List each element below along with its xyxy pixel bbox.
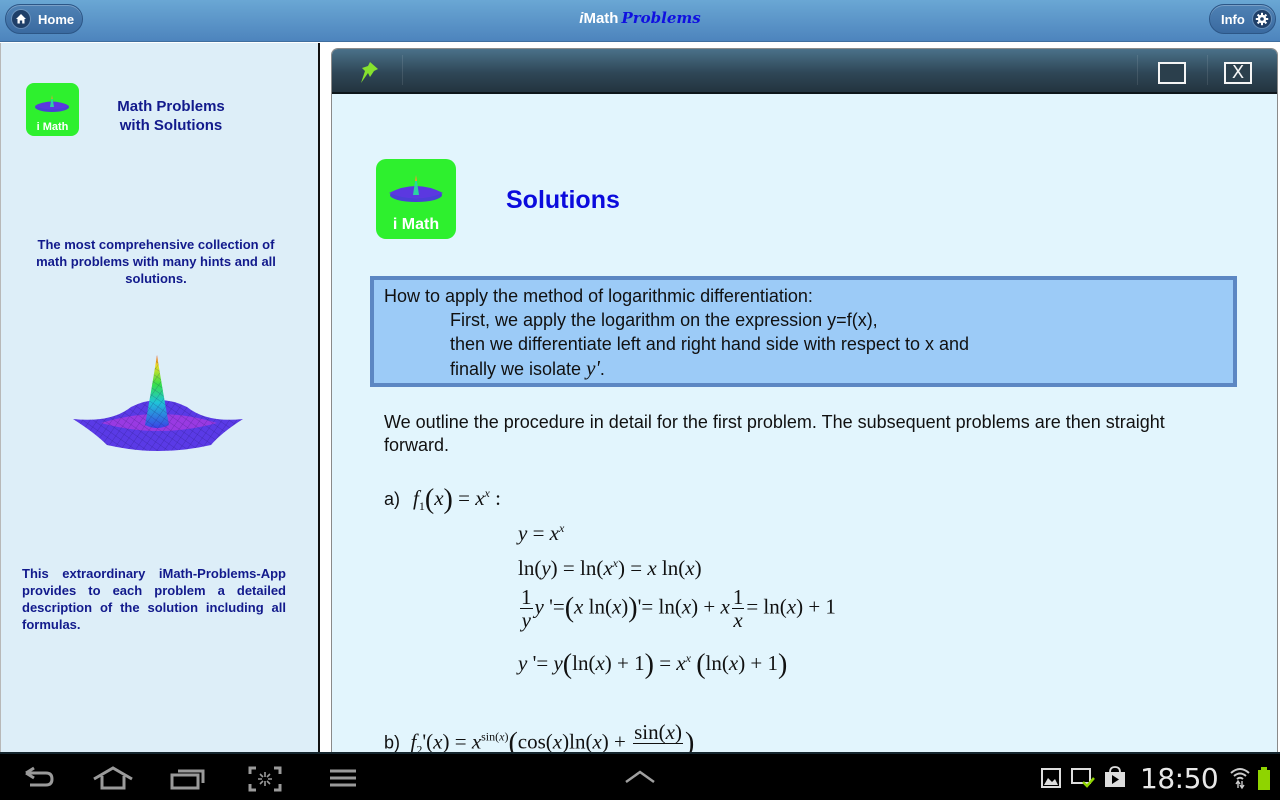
clock: 18:50 [1140,762,1219,795]
imath-logo: i Math [26,83,79,136]
method-line-4-var: y' [586,356,600,380]
app-title: iMath Problems [0,9,1280,27]
surface-plot-icon [35,95,69,112]
method-line-2: First, we apply the logarithm on the exp… [450,310,878,330]
heading-line-1: Math Problems [117,98,225,115]
gear-icon [1252,10,1271,28]
method-line-3: then we differentiate left and right han… [450,334,969,354]
method-line-1: How to apply the method of logarithmic d… [384,286,813,306]
menu-icon[interactable] [329,766,357,795]
play-store-icon [1104,766,1126,793]
back-icon[interactable] [22,766,56,795]
sidebar-footer-text: This extraordinary iMath-Problems-App pr… [22,566,286,632]
surface-plot-image [73,355,243,451]
imath-logo: i Math [376,159,456,239]
recent-apps-icon[interactable] [170,766,206,795]
maximize-button[interactable] [1158,62,1186,84]
sidebar: i Math Math Problems with Solutions The … [0,43,320,752]
sidebar-heading: Math Problems with Solutions [96,97,246,135]
page-title: Solutions [506,186,620,214]
problem-a-statement: f1(x) = xx : [413,484,501,515]
battery-icon [1257,767,1271,796]
panel-content[interactable]: i Math Solutions How to apply the method… [332,96,1277,752]
problem-a-label: a) [384,489,401,509]
toolbar-divider [1137,55,1138,85]
solution-panel: X i Math Solutions How to apply the meth… [331,48,1278,752]
close-icon: X [1231,62,1245,83]
problem-b-label: b) [384,732,401,752]
intro-text: We outline the procedure in detail for t… [384,412,1165,455]
method-box: How to apply the method of logarithmic d… [370,276,1237,387]
close-button[interactable]: X [1224,62,1252,84]
method-line-4-end: . [599,359,605,379]
home-icon[interactable] [92,766,134,795]
toolbar-divider [402,55,403,85]
problem-b: b) f2'(x) = xsin(x)(cos(x)ln(x) + sin(x)… [384,720,695,752]
pushpin-icon[interactable] [358,60,380,91]
info-button-label: Info [1221,11,1245,27]
equation-step-2: ln(y) = ln(xx) = x ln(x) [518,556,702,580]
problem-a: a) f1(x) = xx : [384,484,501,516]
method-line-4: finally we isolate y'. [384,356,1233,381]
title-math: Math [583,10,619,27]
panel-toolbar: X [332,49,1277,94]
system-navigation-bar: 18:50 [0,752,1280,800]
wifi-icon [1229,766,1251,795]
sidebar-description: The most comprehensive collection of mat… [36,237,276,286]
heading-line-2: with Solutions [119,117,223,134]
equation-step-1: y = xx [518,521,565,545]
toolbar-divider [1207,55,1208,85]
logo-label: i Math [36,121,69,133]
screen-check-icon [1071,768,1095,793]
equation-step-3: 1yy '=(x ln(x))'= ln(x) + x 1 x = ln(x) + 1 [520,585,836,632]
logo-label: i Math [392,216,440,233]
title-problems: Problems [621,9,701,27]
screenshot-icon[interactable] [248,766,282,797]
equation-step-4: y '= y(ln(x) + 1) = xx (ln(x) + 1) [518,649,788,680]
info-button[interactable]: Info [1209,4,1276,34]
surface-plot-icon [389,175,443,202]
method-line-4-text: finally we isolate [450,359,587,379]
chevron-up-icon[interactable] [625,770,655,789]
gallery-icon [1041,768,1061,793]
app-header: Home iMath Problems Info [0,0,1280,42]
